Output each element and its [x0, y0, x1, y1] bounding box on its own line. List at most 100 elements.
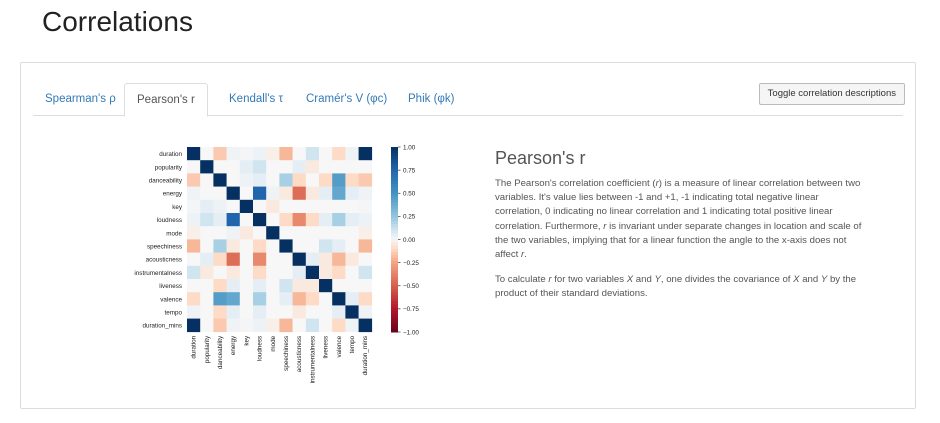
- heatmap-cell: [332, 265, 346, 280]
- x-axis-label: energy: [230, 335, 237, 355]
- heatmap-cell: [319, 279, 333, 293]
- colorbar-segment: [391, 174, 398, 179]
- heatmap-cell: [345, 305, 359, 319]
- page-title: Correlations: [42, 6, 193, 37]
- heatmap-cell: [253, 265, 267, 280]
- colorbar-segment: [391, 322, 398, 327]
- tab-spearman[interactable]: Spearman's ρ: [33, 83, 128, 115]
- heatmap-cell: [332, 318, 346, 333]
- colorbar-segment: [391, 279, 398, 284]
- heatmap-cell: [200, 160, 214, 174]
- heatmap-cell: [319, 199, 333, 214]
- x-axis-label: key: [243, 335, 250, 346]
- colorbar-segment: [391, 224, 398, 228]
- heatmap-cell: [200, 305, 214, 319]
- heatmap-cell: [319, 160, 333, 174]
- colorbar-segment: [391, 156, 398, 160]
- heatmap-cell: [345, 173, 359, 187]
- correlations-panel: Spearman's ρ Pearson's r Kendall's τ Cra…: [20, 62, 916, 409]
- heatmap-cell: [226, 318, 241, 333]
- heatmap-cell: [200, 292, 214, 306]
- heatmap-cell: [253, 226, 267, 240]
- math-variable: r: [655, 178, 659, 189]
- heatmap-cell: [319, 292, 333, 306]
- heatmap-cell: [305, 147, 320, 161]
- heatmap-cell: [239, 252, 254, 267]
- tab-phik[interactable]: Phik (φk): [396, 83, 466, 115]
- heatmap-cell: [292, 160, 307, 174]
- heatmap-cell: [187, 226, 201, 240]
- heatmap-cell: [358, 318, 373, 333]
- heatmap-cell: [200, 239, 214, 253]
- heatmap-cell: [200, 252, 214, 267]
- heatmap-cell: [266, 252, 280, 267]
- x-axis-label: popularity: [204, 335, 211, 363]
- tab-cramers-v[interactable]: Cramér's V (φc): [294, 83, 399, 115]
- heatmap-cell: [319, 265, 333, 280]
- y-axis-label: duration_mins: [142, 323, 182, 330]
- colorbar-segment: [391, 264, 398, 268]
- colorbar-segment: [391, 258, 398, 262]
- colorbar-segment: [391, 267, 398, 271]
- heatmap-cell: [200, 147, 214, 161]
- colorbar-segment: [391, 316, 398, 321]
- heatmap-cell: [226, 226, 241, 240]
- colorbar-segment: [391, 307, 398, 311]
- colorbar-segment: [391, 313, 398, 318]
- heatmap-cell: [226, 279, 241, 293]
- heatmap-cell: [279, 292, 293, 306]
- heatmap-cell: [239, 226, 254, 240]
- heatmap-cell: [253, 252, 267, 267]
- colorbar-segment: [391, 245, 398, 250]
- heatmap-cell: [266, 160, 280, 174]
- description-paragraph-2: To calculate r for two variables X and Y…: [495, 274, 857, 300]
- colorbar-tick-label: 1.00: [403, 144, 416, 151]
- colorbar-segment: [391, 227, 398, 231]
- heatmap-cell: [253, 199, 267, 214]
- heatmap-cell: [345, 147, 359, 161]
- heatmap-cell: [226, 239, 241, 253]
- heatmap-cell: [213, 199, 227, 214]
- heatmap-cell: [305, 305, 320, 319]
- colorbar-segment: [391, 233, 398, 237]
- toggle-descriptions-button[interactable]: Toggle correlation descriptions: [758, 83, 905, 105]
- heatmap-cell: [213, 318, 227, 333]
- colorbar-segment: [391, 236, 398, 240]
- y-axis-label: valence: [160, 296, 182, 303]
- colorbar-segment: [391, 239, 398, 244]
- heatmap-cell: [345, 318, 359, 333]
- x-axis-label: mode: [270, 335, 277, 351]
- tab-pearson[interactable]: Pearson's r: [124, 83, 208, 117]
- heatmap-cell: [253, 279, 267, 293]
- heatmap-cell: [187, 305, 201, 319]
- heatmap-cell: [213, 186, 227, 201]
- heatmap-cell: [358, 147, 373, 161]
- heatmap-cell: [253, 147, 267, 161]
- heatmap-cell: [292, 213, 307, 227]
- heatmap-cell: [226, 173, 241, 187]
- x-axis-label: duration: [191, 335, 198, 358]
- heatmap-cell: [292, 239, 307, 253]
- colorbar-segment: [391, 301, 398, 305]
- heatmap-cell: [279, 186, 293, 201]
- heatmap-cell: [213, 252, 227, 267]
- heatmap-cell: [332, 173, 346, 187]
- y-axis-label: tempo: [164, 310, 182, 317]
- colorbar-segment: [391, 254, 398, 259]
- tab-kendall[interactable]: Kendall's τ: [217, 83, 295, 115]
- heatmap-cell: [319, 173, 333, 187]
- heatmap-cell: [319, 147, 333, 161]
- heatmap-cell: [213, 305, 227, 319]
- heatmap-cell: [292, 292, 307, 306]
- heatmap-cell: [332, 226, 346, 240]
- colorbar-tick-label: −1.00: [403, 329, 419, 336]
- heatmap-cell: [345, 186, 359, 201]
- heatmap-cell: [305, 186, 320, 201]
- math-variable: X: [793, 274, 800, 286]
- heatmap-cell: [213, 226, 227, 240]
- heatmap-cell: [358, 199, 373, 214]
- heatmap-cell: [187, 147, 201, 161]
- heatmap-cell: [292, 279, 307, 293]
- heatmap-cell: [200, 186, 214, 201]
- heatmap-cell: [266, 213, 280, 227]
